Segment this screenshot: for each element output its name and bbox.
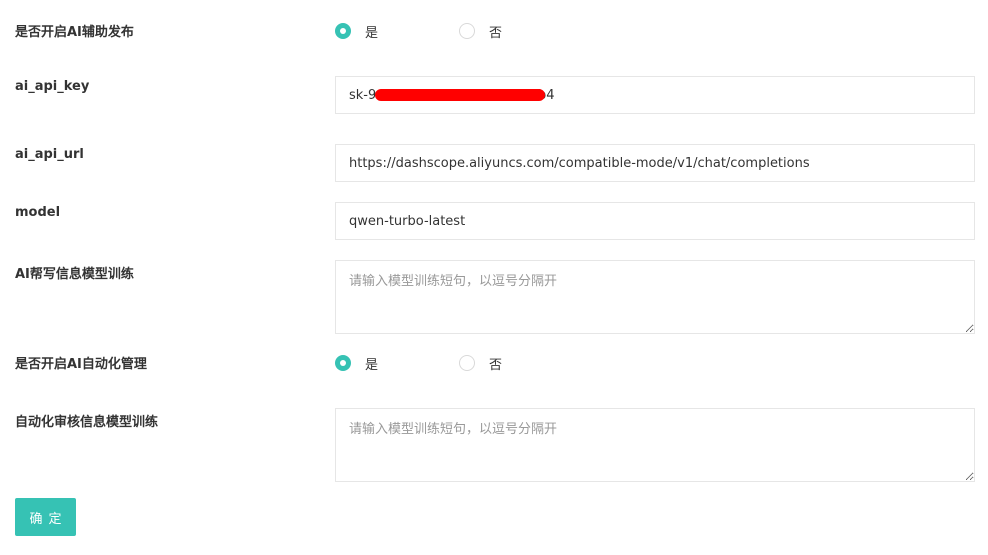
ai-publish-no-label[interactable]: 否	[489, 22, 502, 41]
ai-publish-yes-radio[interactable]: 是	[335, 22, 378, 41]
radio-checked-icon[interactable]	[335, 355, 351, 371]
radio-unchecked-icon[interactable]	[459, 355, 475, 371]
auto-review-training-textarea[interactable]	[335, 408, 975, 482]
ai-api-url-input[interactable]	[335, 144, 975, 182]
ai-publish-label: 是否开启AI辅助发布	[15, 25, 134, 40]
ai-publish-no-radio[interactable]: 否	[459, 22, 502, 41]
redaction-mark	[375, 89, 545, 101]
ai-auto-manage-label: 是否开启AI自动化管理	[15, 357, 147, 372]
ai-api-key-label: ai_api_key	[15, 79, 90, 94]
radio-unchecked-icon[interactable]	[459, 23, 475, 39]
ai-write-training-label: AI帮写信息模型训练	[15, 267, 134, 282]
model-label: model	[15, 205, 61, 220]
ai-auto-manage-no-radio[interactable]: 否	[459, 354, 502, 373]
ai-publish-radio-group: 是 否	[335, 21, 502, 41]
ai-auto-manage-no-label[interactable]: 否	[489, 354, 502, 373]
submit-button[interactable]: 确定	[15, 498, 76, 536]
radio-checked-icon[interactable]	[335, 23, 351, 39]
ai-api-url-label: ai_api_url	[15, 147, 84, 162]
ai-settings-form: 是否开启AI辅助发布 是 否 ai_api_key ai_api_url mod…	[0, 0, 988, 555]
model-input[interactable]	[335, 202, 975, 240]
ai-write-training-textarea[interactable]	[335, 260, 975, 334]
ai-auto-manage-yes-label[interactable]: 是	[365, 354, 378, 373]
ai-auto-manage-yes-radio[interactable]: 是	[335, 354, 378, 373]
ai-publish-yes-label[interactable]: 是	[365, 22, 378, 41]
ai-auto-manage-radio-group: 是 否	[335, 353, 502, 373]
auto-review-training-label: 自动化审核信息模型训练	[15, 415, 159, 430]
